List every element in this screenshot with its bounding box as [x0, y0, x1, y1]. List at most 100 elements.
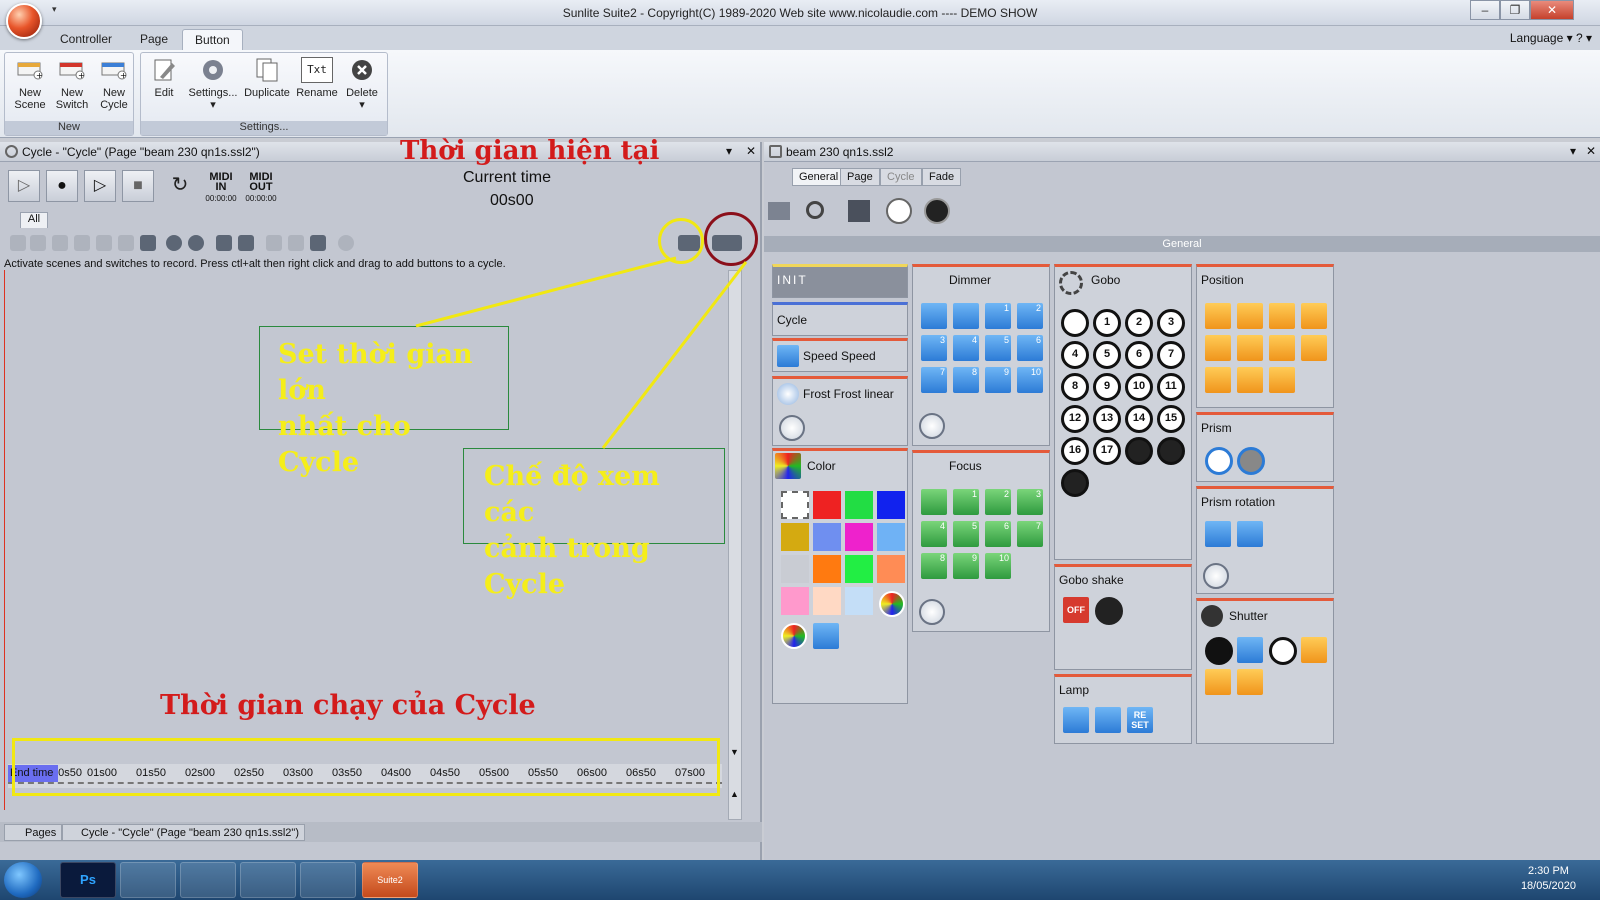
midi-in[interactable]: MIDI IN 00:00:00	[204, 172, 238, 204]
gobo-preset-button[interactable]: 13	[1093, 405, 1121, 433]
pane-menu-arrow[interactable]: ▾	[726, 144, 732, 158]
position-preset-button[interactable]	[1205, 335, 1231, 361]
shutter-closed-button[interactable]	[1205, 637, 1233, 665]
black-circle-icon[interactable]	[924, 198, 950, 224]
language-menu[interactable]: Language ▾ ? ▾	[1510, 31, 1592, 45]
app-menu-orb[interactable]	[6, 3, 42, 39]
vertical-scrollbar[interactable]: ▼ ▲	[728, 270, 742, 820]
color-swatch[interactable]	[781, 555, 809, 583]
settings-button[interactable]: Settings... ▾	[185, 57, 241, 111]
cut-icon[interactable]	[52, 235, 68, 251]
taskbar-photoshop[interactable]: Ps	[60, 862, 116, 898]
tab-fade[interactable]: Fade	[922, 168, 962, 186]
page-pane-close-button[interactable]: ✕	[1586, 144, 1596, 158]
tab-cycle-document[interactable]: Cycle - "Cycle" (Page "beam 230 qn1s.ssl…	[62, 824, 305, 841]
dimmer-preset-button[interactable]: 8	[953, 367, 979, 393]
shutter-open-button[interactable]	[1269, 637, 1297, 665]
color-swatch[interactable]	[845, 587, 873, 615]
gobo-preset-button[interactable]: 9	[1093, 373, 1121, 401]
tab-pages[interactable]: Pages	[4, 824, 63, 841]
color-swatch[interactable]	[845, 523, 873, 551]
gobo-preset-button[interactable]: 8	[1061, 373, 1089, 401]
position-preset-button[interactable]	[1205, 303, 1231, 329]
gobo-shake-button[interactable]	[1095, 597, 1123, 625]
dimmer-knob[interactable]	[919, 413, 945, 439]
move-step-icon[interactable]	[266, 235, 282, 251]
duplicate-button[interactable]: Duplicate	[241, 57, 293, 99]
system-clock[interactable]: 2:30 PM 18/05/2020	[1521, 864, 1576, 894]
color-swatch[interactable]	[877, 491, 905, 519]
shutter-strobe-button[interactable]	[1237, 637, 1263, 663]
focus-preset-button[interactable]: 2	[985, 489, 1011, 515]
help-icon[interactable]	[338, 235, 354, 251]
gobo-preset-button[interactable]: 12	[1061, 405, 1089, 433]
taskbar-calculator[interactable]	[180, 862, 236, 898]
position-preset-button[interactable]	[1269, 367, 1295, 393]
color-swatch[interactable]	[813, 523, 841, 551]
gobo-preset-button[interactable]: 10	[1125, 373, 1153, 401]
white-circle-icon[interactable]	[886, 198, 912, 224]
prism-3-facet-button[interactable]	[1237, 447, 1265, 475]
tab-general[interactable]: General	[792, 168, 846, 186]
dimmer-preset-button[interactable]: 10	[1017, 367, 1043, 393]
color-swatch[interactable]	[845, 555, 873, 583]
color-swatch[interactable]	[845, 491, 873, 519]
gobo-preset-button[interactable]: 16	[1061, 437, 1089, 465]
taskbar-app-green[interactable]	[240, 862, 296, 898]
dimmer-preset-button[interactable]	[953, 303, 979, 329]
scroll-down-arrow[interactable]: ▼	[730, 747, 739, 757]
gobo-preset-button[interactable]: 4	[1061, 341, 1089, 369]
stop-button[interactable]: ■	[122, 170, 154, 202]
color-swatch[interactable]	[813, 587, 841, 615]
focus-preset-button[interactable]: 1	[953, 489, 979, 515]
lamp-reset-button[interactable]: RE SET	[1127, 707, 1153, 733]
gobo-rotate-button[interactable]	[1125, 437, 1153, 465]
focus-preset-button[interactable]: 10	[985, 553, 1011, 579]
gobo-preset-button[interactable]: 2	[1125, 309, 1153, 337]
gobo-preset-button[interactable]: 7	[1157, 341, 1185, 369]
prism-rotate-right-button[interactable]	[1237, 521, 1263, 547]
clear-icon[interactable]	[96, 235, 112, 251]
dimmer-preset-button[interactable]	[921, 303, 947, 329]
focus-preset-button[interactable]: 5	[953, 521, 979, 547]
gobo-preset-button[interactable]: 14	[1125, 405, 1153, 433]
loop-button[interactable]: ↻	[164, 170, 196, 202]
focus-knob[interactable]	[919, 599, 945, 625]
taskbar-suite2[interactable]: Suite2	[362, 862, 418, 898]
position-preset-button[interactable]	[1237, 335, 1263, 361]
prism-rotate-left-button[interactable]	[1205, 521, 1231, 547]
cycle-button[interactable]: Cycle	[772, 302, 908, 336]
gobo-preset-button[interactable]: 11	[1157, 373, 1185, 401]
color-swatch[interactable]	[877, 523, 905, 551]
page-pane-menu-arrow[interactable]: ▾	[1570, 144, 1576, 158]
minimize-button[interactable]: –	[1470, 0, 1500, 20]
speed-panel[interactable]: Speed Speed	[772, 338, 908, 372]
gobo-preset-button[interactable]: 15	[1157, 405, 1185, 433]
color-swatch[interactable]	[877, 555, 905, 583]
dimmer-preset-button[interactable]: 5	[985, 335, 1011, 361]
scroll-up-arrow[interactable]: ▲	[730, 789, 739, 799]
focus-preset-button[interactable]: 8	[921, 553, 947, 579]
play-record-button[interactable]: ▷	[84, 170, 116, 202]
gobo-preset-button[interactable]: 1	[1093, 309, 1121, 337]
dimmer-preset-button[interactable]: 9	[985, 367, 1011, 393]
new-switch-button[interactable]: + New Switch	[51, 57, 93, 111]
tab-page-settings[interactable]: Page	[840, 168, 880, 186]
paste-icon[interactable]	[30, 235, 46, 251]
position-preset-button[interactable]	[1269, 335, 1295, 361]
position-preset-button[interactable]	[1237, 303, 1263, 329]
init-button[interactable]: INIT	[772, 264, 908, 298]
pane-close-button[interactable]: ✕	[746, 144, 756, 158]
position-preset-button[interactable]	[1205, 367, 1231, 393]
focus-preset-button[interactable]: 4	[921, 521, 947, 547]
lamp-off-button[interactable]	[1063, 707, 1089, 733]
layout-icon[interactable]	[846, 198, 872, 224]
shutter-pulse-button[interactable]	[1301, 637, 1327, 663]
new-cycle-button[interactable]: + New Cycle	[93, 57, 135, 111]
tab-cycle[interactable]: Cycle	[880, 168, 922, 186]
tab-page[interactable]: Page	[128, 29, 180, 50]
gobo-preset-button[interactable]: 17	[1093, 437, 1121, 465]
split-step-icon[interactable]	[288, 235, 304, 251]
shutter-random-button[interactable]	[1205, 669, 1231, 695]
color-swatch[interactable]	[813, 491, 841, 519]
